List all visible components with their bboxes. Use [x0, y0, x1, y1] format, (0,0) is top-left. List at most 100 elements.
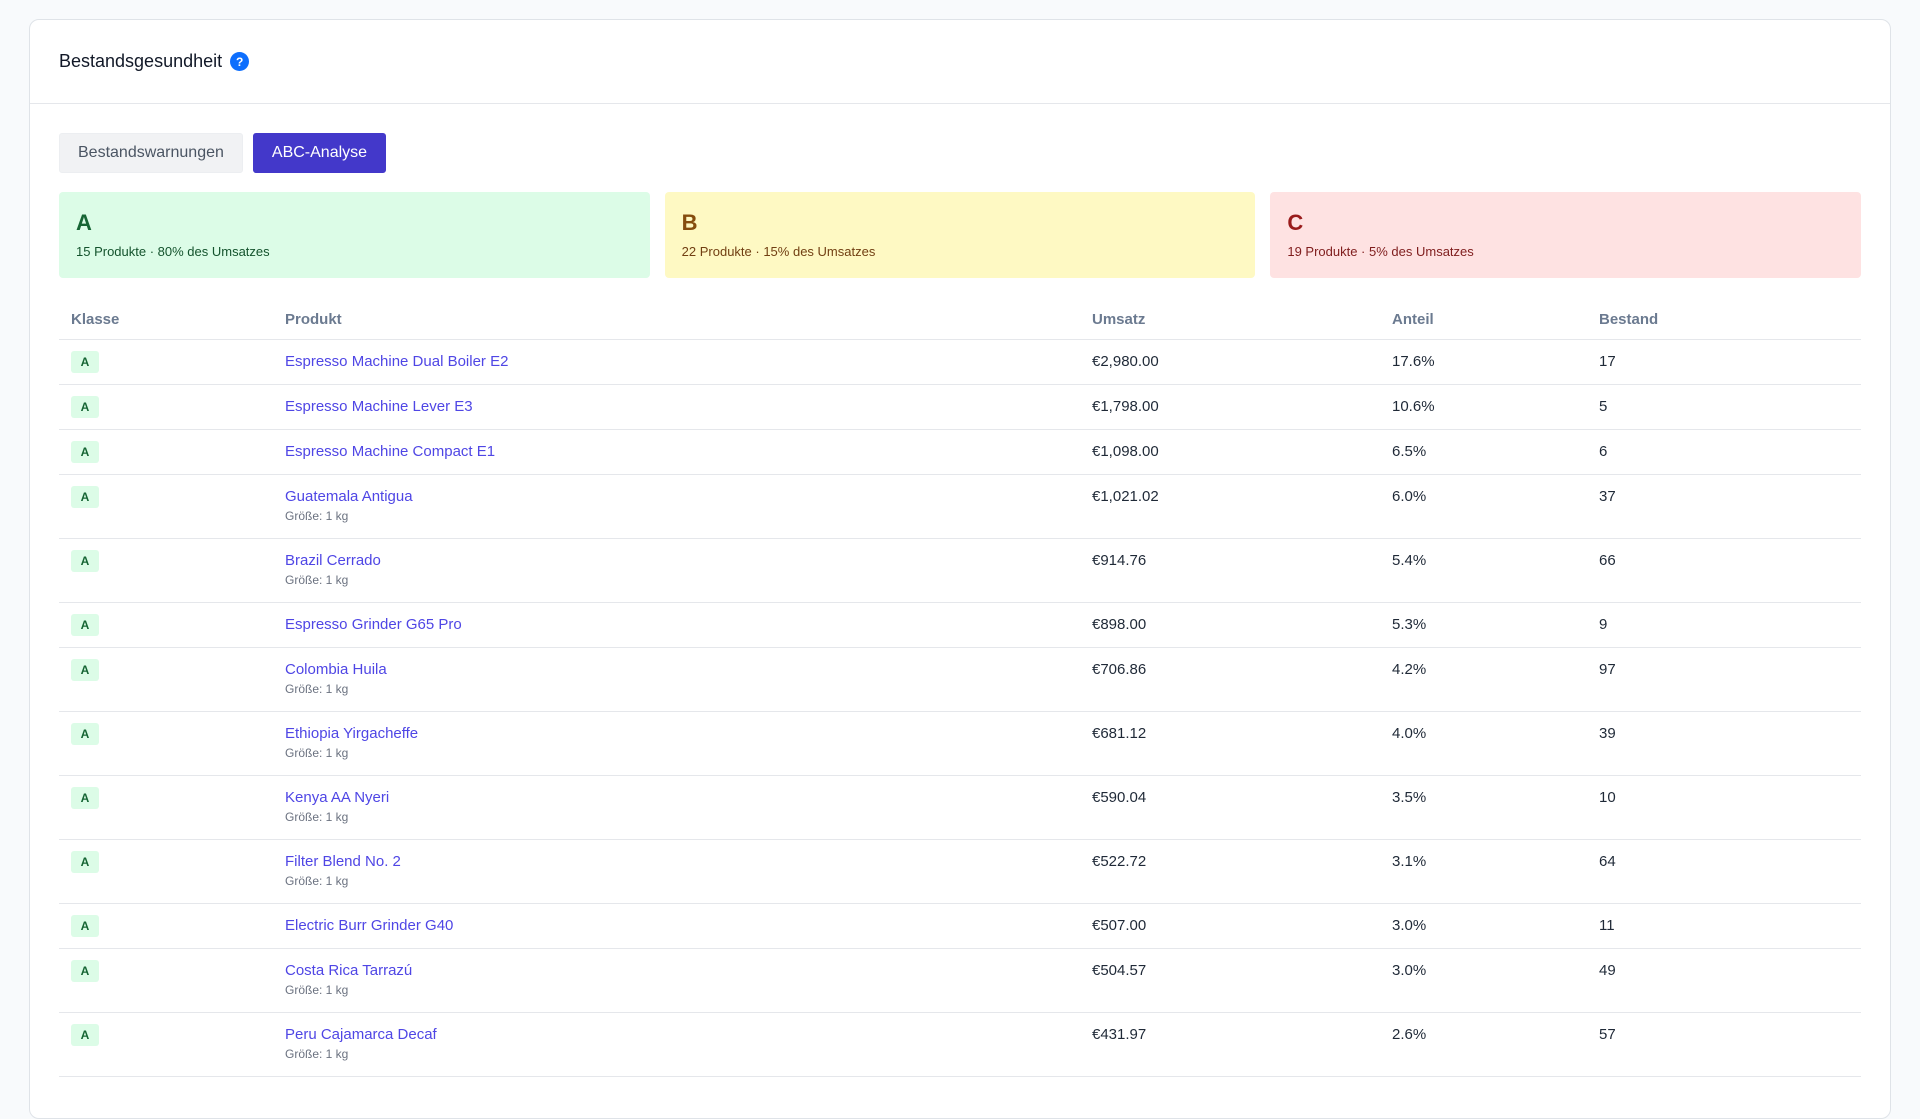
summary-letter: A: [76, 210, 92, 235]
product-link[interactable]: Peru Cajamarca Decaf: [285, 1026, 1092, 1043]
product-cell: Ethiopia Yirgacheffe Größe: 1 kg: [285, 711, 1092, 776]
product-link[interactable]: Filter Blend No. 2: [285, 853, 1092, 870]
product-variant: Größe: 1 kg: [285, 681, 349, 696]
revenue-cell: €1,798.00: [1092, 384, 1392, 430]
share-cell: 3.1%: [1392, 839, 1599, 904]
product-cell: Filter Blend No. 2 Größe: 1 kg: [285, 839, 1092, 904]
product-link[interactable]: Ethiopia Yirgacheffe: [285, 725, 1092, 742]
class-cell: A: [59, 903, 285, 949]
column-header-revenue[interactable]: Umsatz: [1092, 300, 1392, 340]
product-link[interactable]: Electric Burr Grinder G40: [285, 917, 1092, 934]
class-cell: A: [59, 711, 285, 776]
stock-cell: 9: [1599, 602, 1861, 648]
table-row: A Peru Cajamarca Decaf Größe: 1 kg €431.97 2…: [59, 1012, 1861, 1077]
class-badge: A: [71, 613, 99, 636]
product-variant: Größe: 1 kg: [285, 982, 349, 997]
class-cell: A: [59, 839, 285, 904]
share-cell: 17.6%: [1392, 339, 1599, 385]
abc-summary: A 15 Produkte · 80% des Umsatzes B 22 Pr…: [59, 192, 1862, 278]
product-link[interactable]: Brazil Cerrado: [285, 552, 1092, 569]
product-cell: Kenya AA Nyeri Größe: 1 kg: [285, 775, 1092, 840]
class-badge: A: [71, 658, 99, 681]
product-link[interactable]: Colombia Huila: [285, 661, 1092, 678]
tab-bar: Bestandswarnungen ABC-Analyse: [59, 133, 1861, 173]
product-cell: Espresso Machine Lever E3: [285, 384, 1092, 430]
product-cell: Costa Rica Tarrazú Größe: 1 kg: [285, 948, 1092, 1013]
help-icon[interactable]: ?: [230, 52, 250, 71]
class-cell: A: [59, 775, 285, 840]
card-header: Bestandsgesundheit ?: [30, 20, 1890, 104]
product-link[interactable]: Espresso Machine Lever E3: [285, 398, 1092, 415]
class-badge: A: [71, 440, 99, 463]
stock-cell: 10: [1599, 775, 1861, 840]
share-cell: 2.6%: [1392, 1012, 1599, 1077]
revenue-cell: €1,021.02: [1092, 474, 1392, 539]
table-header-row: Klasse Produkt Umsatz Anteil Bestand: [59, 300, 1861, 340]
table-row: A Costa Rica Tarrazú Größe: 1 kg €504.57 3.0…: [59, 948, 1861, 1013]
class-cell: A: [59, 948, 285, 1013]
table-row: A Filter Blend No. 2 Größe: 1 kg €522.72 3.1…: [59, 839, 1861, 904]
summary-text: 19 Produkte · 5% des Umsatzes: [1287, 244, 1474, 259]
class-cell: A: [59, 538, 285, 603]
abc-table: Klasse Produkt Umsatz Anteil Bestand A Es…: [59, 300, 1861, 1077]
class-cell: A: [59, 474, 285, 539]
column-header-share[interactable]: Anteil: [1392, 300, 1599, 340]
stock-cell: 97: [1599, 647, 1861, 712]
revenue-cell: €1,098.00: [1092, 429, 1392, 475]
product-cell: Espresso Machine Dual Boiler E2: [285, 339, 1092, 385]
product-variant: Größe: 1 kg: [285, 1046, 349, 1061]
class-cell: A: [59, 429, 285, 475]
share-cell: 3.0%: [1392, 948, 1599, 1013]
summary-letter: C: [1287, 210, 1304, 235]
revenue-cell: €522.72: [1092, 839, 1392, 904]
class-badge: A: [71, 485, 99, 508]
class-cell: A: [59, 602, 285, 648]
summary-text: 22 Produkte · 15% des Umsatzes: [681, 244, 876, 259]
class-cell: A: [59, 1012, 285, 1077]
table-row: A Colombia Huila Größe: 1 kg €706.86 4.2% 97: [59, 647, 1861, 712]
revenue-cell: €681.12: [1092, 711, 1392, 776]
column-header-class[interactable]: Klasse: [59, 300, 285, 340]
class-badge: A: [71, 722, 99, 745]
revenue-cell: €504.57: [1092, 948, 1392, 1013]
tab-abc-analysis[interactable]: ABC-Analyse: [252, 133, 387, 173]
stock-cell: 37: [1599, 474, 1861, 539]
share-cell: 6.0%: [1392, 474, 1599, 539]
table-row: A Ethiopia Yirgacheffe Größe: 1 kg €681.12 4…: [59, 711, 1861, 776]
stock-cell: 39: [1599, 711, 1861, 776]
summary-card-c: C 19 Produkte · 5% des Umsatzes: [1270, 192, 1862, 278]
revenue-cell: €914.76: [1092, 538, 1392, 603]
stock-cell: 64: [1599, 839, 1861, 904]
share-cell: 5.4%: [1392, 538, 1599, 603]
stock-cell: 49: [1599, 948, 1861, 1013]
table-row: A Espresso Machine Compact E1 €1,098.00 6.5…: [59, 429, 1861, 475]
class-badge: A: [71, 959, 99, 982]
table-row: A Kenya AA Nyeri Größe: 1 kg €590.04 3.5% 10: [59, 775, 1861, 840]
product-link[interactable]: Espresso Machine Compact E1: [285, 443, 1092, 460]
product-link[interactable]: Espresso Machine Dual Boiler E2: [285, 353, 1092, 370]
class-cell: A: [59, 647, 285, 712]
revenue-cell: €2,980.00: [1092, 339, 1392, 385]
summary-card-a: A 15 Produkte · 80% des Umsatzes: [59, 192, 650, 278]
column-header-product[interactable]: Produkt: [285, 300, 1092, 340]
table-row: A Espresso Grinder G65 Pro €898.00 5.3% 9: [59, 602, 1861, 648]
class-badge: A: [71, 850, 99, 873]
class-badge: A: [71, 549, 99, 572]
share-cell: 5.3%: [1392, 602, 1599, 648]
product-link[interactable]: Guatemala Antigua: [285, 488, 1092, 505]
tab-stock-warnings[interactable]: Bestandswarnungen: [59, 133, 243, 173]
table-row: A Brazil Cerrado Größe: 1 kg €914.76 5.4% 66: [59, 538, 1861, 603]
class-badge: A: [71, 350, 99, 373]
stock-cell: 66: [1599, 538, 1861, 603]
product-link[interactable]: Kenya AA Nyeri: [285, 789, 1092, 806]
revenue-cell: €898.00: [1092, 602, 1392, 648]
product-cell: Brazil Cerrado Größe: 1 kg: [285, 538, 1092, 603]
product-cell: Electric Burr Grinder G40: [285, 903, 1092, 949]
product-link[interactable]: Espresso Grinder G65 Pro: [285, 616, 1092, 633]
stock-cell: 6: [1599, 429, 1861, 475]
stock-cell: 17: [1599, 339, 1861, 385]
product-link[interactable]: Costa Rica Tarrazú: [285, 962, 1092, 979]
column-header-stock[interactable]: Bestand: [1599, 300, 1861, 340]
product-variant: Größe: 1 kg: [285, 508, 349, 523]
revenue-cell: €507.00: [1092, 903, 1392, 949]
